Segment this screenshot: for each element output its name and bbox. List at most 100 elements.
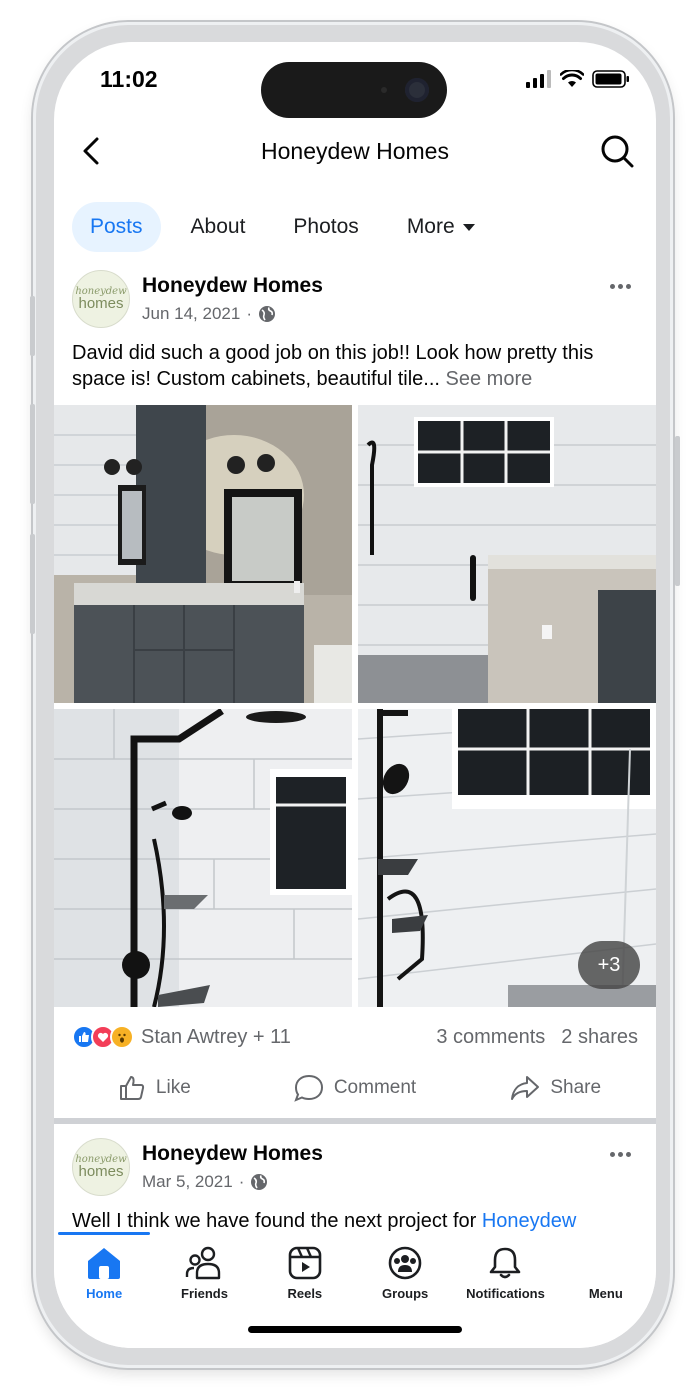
post-date[interactable]: Mar 5, 2021 — [142, 1172, 233, 1192]
nav-notifications[interactable]: Notifications — [455, 1246, 555, 1301]
globe-icon — [258, 306, 275, 322]
photo-shower-glass[interactable] — [358, 405, 656, 703]
like-label: Like — [155, 1077, 191, 1098]
like-button[interactable]: Like — [54, 1066, 255, 1110]
page-header: Honeydew Homes — [54, 122, 656, 182]
dot-icon — [617, 283, 623, 289]
nav-label: Menu — [588, 1286, 623, 1301]
see-more-link[interactable]: See more — [446, 368, 533, 390]
comment-button[interactable]: Comment — [255, 1066, 456, 1110]
meta-separator: · — [238, 1172, 245, 1191]
home-icon — [88, 1248, 121, 1279]
thumbs-up-icon — [119, 1076, 144, 1100]
phone-side-button — [30, 534, 35, 634]
phone-side-button — [30, 404, 35, 504]
photo-vanity-image — [54, 405, 352, 703]
avatar[interactable]: honeydew homes — [72, 1138, 130, 1196]
nav-reels[interactable]: Reels — [255, 1246, 355, 1301]
engagement-counts: 3 comments 2 shares — [436, 1026, 638, 1049]
tab-photos[interactable]: Photos — [275, 202, 376, 252]
tab-more[interactable]: More — [389, 202, 493, 252]
globe-icon — [251, 1174, 268, 1190]
comment-bubble-icon — [294, 1074, 323, 1102]
post-text: Well I think we have found the next proj… — [72, 1208, 638, 1234]
status-time: 11:02 — [100, 66, 158, 92]
nav-friends[interactable]: Friends — [154, 1246, 254, 1301]
reactions-bar: Stan Awtrey + 11 3 comments 2 shares — [72, 1022, 638, 1052]
wifi-icon — [560, 70, 584, 87]
wow-reaction-icon — [110, 1025, 134, 1049]
nav-home[interactable]: Home — [54, 1246, 154, 1301]
avatar-logo-word: homes — [78, 295, 124, 312]
shares-count[interactable]: 2 shares — [561, 1026, 638, 1049]
photo-shower-glass-image — [358, 405, 656, 703]
post-author[interactable]: Honeydew Homes — [142, 274, 323, 298]
photo-shower-fixture-image — [54, 709, 352, 1007]
photo-shower-window[interactable]: +3 — [358, 709, 656, 1007]
tab-label: About — [190, 215, 246, 238]
dot-icon — [617, 1151, 623, 1157]
page-tabs: Posts About Photos More — [72, 202, 505, 252]
caret-down-icon — [462, 223, 475, 231]
nav-label: Home — [86, 1286, 123, 1301]
battery-icon — [592, 70, 629, 88]
post-header: honeydew homes Honeydew Homes Jun 14, 20… — [72, 270, 638, 330]
camera-icon — [405, 78, 429, 102]
dot-icon — [625, 1151, 631, 1157]
nav-groups[interactable]: Groups — [355, 1246, 455, 1301]
status-icons — [526, 70, 630, 88]
dot-icon — [609, 283, 615, 289]
search-button[interactable] — [598, 132, 636, 170]
cellular-signal-icon — [526, 70, 551, 88]
reactors-summary[interactable]: Stan Awtrey + 11 — [141, 1026, 291, 1049]
comments-count[interactable]: 3 comments — [436, 1026, 545, 1049]
page-title: Honeydew Homes — [261, 138, 449, 164]
photo-grid: +3 — [54, 405, 656, 1007]
nav-menu[interactable]: Menu — [556, 1246, 656, 1301]
more-photos-badge[interactable]: +3 — [578, 941, 640, 989]
post-text: David did such a good job on this job!! … — [72, 340, 638, 392]
share-label: Share — [550, 1077, 602, 1098]
phone-side-button — [30, 296, 35, 356]
meta-separator: · — [246, 304, 252, 323]
reels-icon — [288, 1246, 322, 1280]
tab-posts[interactable]: Posts — [72, 202, 161, 252]
post-author[interactable]: Honeydew Homes — [142, 1142, 323, 1166]
tab-about[interactable]: About — [173, 202, 264, 252]
photo-shower-fixture[interactable] — [54, 709, 352, 1007]
tab-label: Photos — [293, 215, 359, 238]
dot-icon — [609, 1151, 615, 1157]
post-date[interactable]: Jun 14, 2021 — [142, 304, 240, 324]
post-meta: Mar 5, 2021 · — [142, 1172, 268, 1192]
nav-label: Friends — [181, 1286, 228, 1301]
friends-icon — [186, 1246, 221, 1280]
feed-divider — [54, 1118, 656, 1124]
post-options-button[interactable] — [602, 1142, 638, 1166]
search-icon — [601, 135, 634, 168]
share-arrow-icon — [511, 1076, 540, 1100]
phone-side-button — [675, 436, 680, 586]
tab-label: Posts — [90, 215, 143, 238]
photo-vanity[interactable] — [54, 405, 352, 703]
groups-icon — [388, 1246, 422, 1280]
page-mention-link[interactable]: Honeydew — [482, 1210, 577, 1232]
avatar[interactable]: honeydew homes — [72, 270, 130, 328]
nav-label: Reels — [287, 1286, 323, 1301]
home-indicator-bar — [248, 1326, 462, 1333]
share-button[interactable]: Share — [455, 1066, 656, 1110]
comment-label: Comment — [333, 1077, 417, 1098]
bottom-navigation: Home Friends Reels Groups Notifications … — [54, 1232, 656, 1348]
active-tab-indicator — [58, 1232, 150, 1235]
post-actions: Like Comment Share — [54, 1066, 656, 1110]
dynamic-island — [261, 62, 447, 118]
nav-label: Notifications — [466, 1286, 545, 1301]
post-options-button[interactable] — [602, 274, 638, 298]
app-screen: 11:02 Honeydew Homes Posts About Photos … — [54, 42, 656, 1348]
post-meta: Jun 14, 2021 · — [142, 304, 276, 324]
post-body: Well I think we have found the next proj… — [72, 1210, 482, 1232]
menu-icon — [589, 1246, 623, 1280]
avatar-logo-word: homes — [78, 1163, 124, 1180]
post-header: honeydew homes Honeydew Homes Mar 5, 202… — [72, 1138, 638, 1198]
bell-icon — [490, 1247, 521, 1279]
dot-icon — [625, 283, 631, 289]
